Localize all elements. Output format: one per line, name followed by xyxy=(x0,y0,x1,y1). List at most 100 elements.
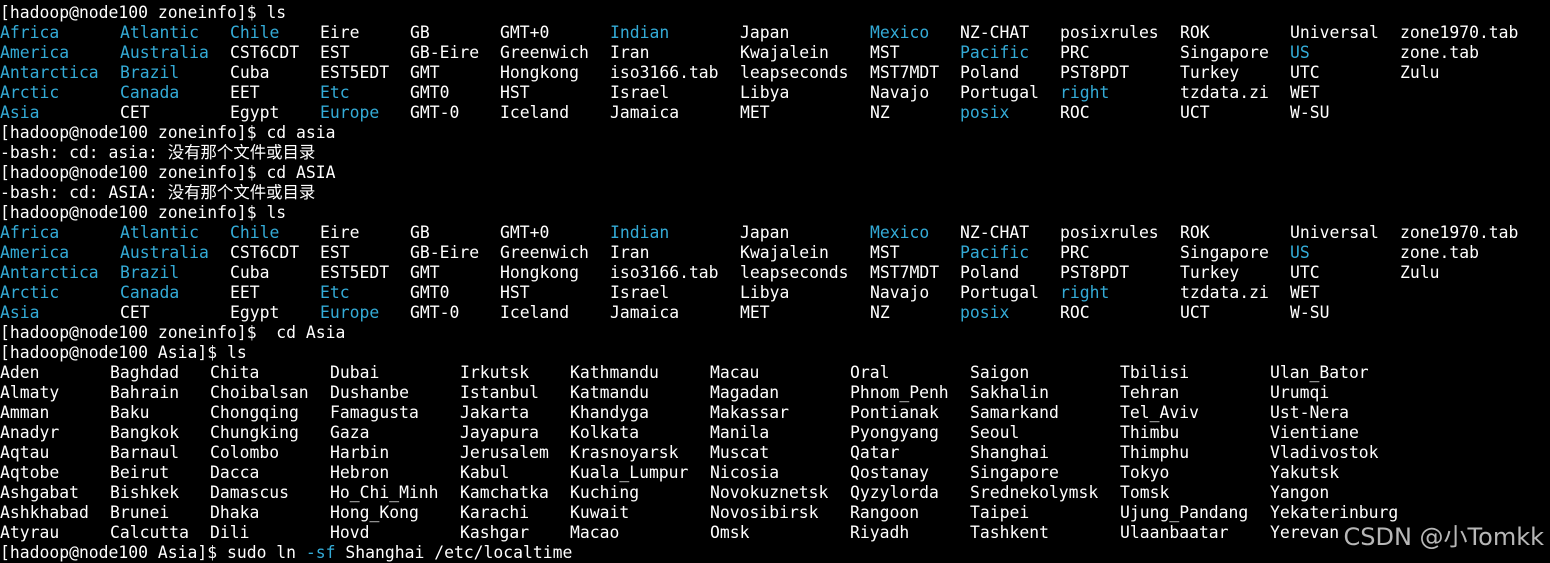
directory-entry-america: America xyxy=(0,243,70,262)
directory-entry-arctic: Arctic xyxy=(0,83,60,102)
file-entry-ulan-bator: Ulan_Bator xyxy=(1270,363,1369,382)
file-entry-srednekolymsk: Srednekolymsk xyxy=(970,483,1099,502)
file-entry-nz: NZ xyxy=(870,303,890,322)
file-entry-tashkent: Tashkent xyxy=(970,523,1049,542)
terminal-window[interactable]: { "colors": { "background": "#000000", "… xyxy=(0,0,1550,563)
directory-entry-pacific: Pacific xyxy=(960,243,1030,262)
file-entry-qatar: Qatar xyxy=(850,443,900,462)
directory-entry-antarctica: Antarctica xyxy=(0,263,99,282)
file-entry-baku: Baku xyxy=(110,403,150,422)
file-entry-tel-aviv: Tel_Aviv xyxy=(1120,403,1199,422)
file-entry-saigon: Saigon xyxy=(970,363,1030,382)
file-entry-kashgar: Kashgar xyxy=(460,523,530,542)
file-entry-turkey: Turkey xyxy=(1180,63,1240,82)
file-entry-dili: Dili xyxy=(210,523,250,542)
file-entry-roc: ROC xyxy=(1060,303,1090,322)
file-entry-karachi: Karachi xyxy=(460,503,530,522)
file-entry-prc: PRC xyxy=(1060,43,1090,62)
command-line[interactable]: [hadoop@node100 Asia]$ sudo ln -sf Shang… xyxy=(0,543,1550,563)
listing-row: Arctic Canada EET Etc GMT0 HST Israel Libya Nava… xyxy=(0,283,1550,303)
file-entry-urumqi: Urumqi xyxy=(1270,383,1330,402)
file-entry-shanghai: Shanghai xyxy=(970,443,1049,462)
file-entry-hongkong: Hongkong xyxy=(500,63,579,82)
file-entry-jayapura: Jayapura xyxy=(460,423,539,442)
file-entry-zone1970-tab: zone1970.tab xyxy=(1400,23,1519,42)
file-entry-portugal: Portugal xyxy=(960,283,1039,302)
listing-row: Asia CET Egypt Europe GMT-0 Iceland Jamaica MET… xyxy=(0,303,1550,323)
file-entry-nz-chat: NZ-CHAT xyxy=(960,23,1030,42)
file-entry-leapseconds: leapseconds xyxy=(740,63,849,82)
file-entry-thimbu: Thimbu xyxy=(1120,423,1180,442)
directory-entry-africa: Africa xyxy=(0,23,60,42)
directory-entry-us: US xyxy=(1290,243,1310,262)
file-entry-singapore: Singapore xyxy=(970,463,1059,482)
file-entry-irkutsk: Irkutsk xyxy=(460,363,530,382)
file-entry-utc: UTC xyxy=(1290,63,1320,82)
listing-row: Anadyr Bangkok Chungking Gaza Jayapura Kolkat… xyxy=(0,423,1550,443)
file-entry-damascus: Damascus xyxy=(210,483,289,502)
listing-row: Amman Baku Chongqing Famagusta Jakarta Khandy… xyxy=(0,403,1550,423)
file-entry-wet: WET xyxy=(1290,283,1320,302)
file-entry-tzdata-zi: tzdata.zi xyxy=(1180,83,1269,102)
command-text: ls xyxy=(226,343,247,362)
file-entry-chongqing: Chongqing xyxy=(210,403,299,422)
file-entry-prc: PRC xyxy=(1060,243,1090,262)
file-entry-jamaica: Jamaica xyxy=(610,103,680,122)
file-entry-macau: Macau xyxy=(710,363,760,382)
file-entry-thimphu: Thimphu xyxy=(1120,443,1190,462)
file-entry-egypt: Egypt xyxy=(230,303,280,322)
file-entry-kolkata: Kolkata xyxy=(570,423,640,442)
directory-entry-arctic: Arctic xyxy=(0,283,60,302)
file-entry-qyzylorda: Qyzylorda xyxy=(850,483,939,502)
file-entry-jamaica: Jamaica xyxy=(610,303,680,322)
file-entry-mst: MST xyxy=(870,43,900,62)
listing-row: America Australia CST6CDT EST GB-Eire Greenwi… xyxy=(0,243,1550,263)
zoneinfo-listing: Africa Atlantic Chile Eire GB GMT+0 Indian Japa… xyxy=(0,223,1550,323)
command-text: cd Asia xyxy=(266,323,346,342)
file-entry-ho-chi-minh: Ho_Chi_Minh xyxy=(330,483,439,502)
file-entry-zulu: Zulu xyxy=(1400,263,1440,282)
file-entry-kathmandu: Kathmandu xyxy=(570,363,659,382)
file-entry-egypt: Egypt xyxy=(230,103,280,122)
directory-entry-brazil: Brazil xyxy=(120,63,180,82)
file-entry-beirut: Beirut xyxy=(110,463,170,482)
listing-row: Aden Baghdad Chita Dubai Irkutsk Kathmandu Mac… xyxy=(0,363,1550,383)
file-entry-kuwait: Kuwait xyxy=(570,503,630,522)
directory-entry-antarctica: Antarctica xyxy=(0,63,99,82)
file-entry-rangoon: Rangoon xyxy=(850,503,920,522)
directory-entry-atlantic: Atlantic xyxy=(120,223,199,242)
listing-row: Africa Atlantic Chile Eire GB GMT+0 Indian Japa… xyxy=(0,23,1550,43)
file-entry-chita: Chita xyxy=(210,363,260,382)
shell-prompt: [hadoop@node100 Asia]$ xyxy=(0,343,227,362)
file-entry-vientiane: Vientiane xyxy=(1270,423,1359,442)
file-entry-tzdata-zi: tzdata.zi xyxy=(1180,283,1269,302)
file-entry-portugal: Portugal xyxy=(960,83,1039,102)
file-entry-zulu: Zulu xyxy=(1400,63,1440,82)
file-entry-taipei: Taipei xyxy=(970,503,1030,522)
file-entry-krasnoyarsk: Krasnoyarsk xyxy=(570,443,679,462)
file-entry-libya: Libya xyxy=(740,283,790,302)
asia-listing: Aden Baghdad Chita Dubai Irkutsk Kathmandu Mac… xyxy=(0,363,1550,543)
file-entry-dhaka: Dhaka xyxy=(210,503,260,522)
directory-entry-posix: posix xyxy=(960,103,1010,122)
error-message: -bash: cd: ASIA: 没有那个文件或目录 xyxy=(0,183,316,202)
file-entry-rok: ROK xyxy=(1180,23,1210,42)
directory-entry-australia: Australia xyxy=(120,243,209,262)
listing-row: Antarctica Brazil Cuba EST5EDT GMT Hongkong is… xyxy=(0,63,1550,83)
directory-entry-mexico: Mexico xyxy=(870,223,930,242)
command-text: cd asia xyxy=(266,123,336,142)
file-entry-brunei: Brunei xyxy=(110,503,170,522)
shell-prompt: [hadoop@node100 zoneinfo]$ xyxy=(0,203,267,222)
file-entry-cuba: Cuba xyxy=(230,263,270,282)
shell-prompt: [hadoop@node100 zoneinfo]$ xyxy=(0,163,267,182)
file-entry-novokuznetsk: Novokuznetsk xyxy=(710,483,829,502)
file-entry-ashkhabad: Ashkhabad xyxy=(0,503,89,522)
file-entry-tomsk: Tomsk xyxy=(1120,483,1170,502)
file-entry-aqtau: Aqtau xyxy=(0,443,50,462)
command-text: sudo ln xyxy=(226,543,306,562)
file-entry-kwajalein: Kwajalein xyxy=(740,43,829,62)
directory-entry-chile: Chile xyxy=(230,223,280,242)
file-entry-gmt: GMT xyxy=(410,263,440,282)
error-message: -bash: cd: asia: 没有那个文件或目录 xyxy=(0,143,316,162)
file-entry-gb-eire: GB-Eire xyxy=(410,243,480,262)
